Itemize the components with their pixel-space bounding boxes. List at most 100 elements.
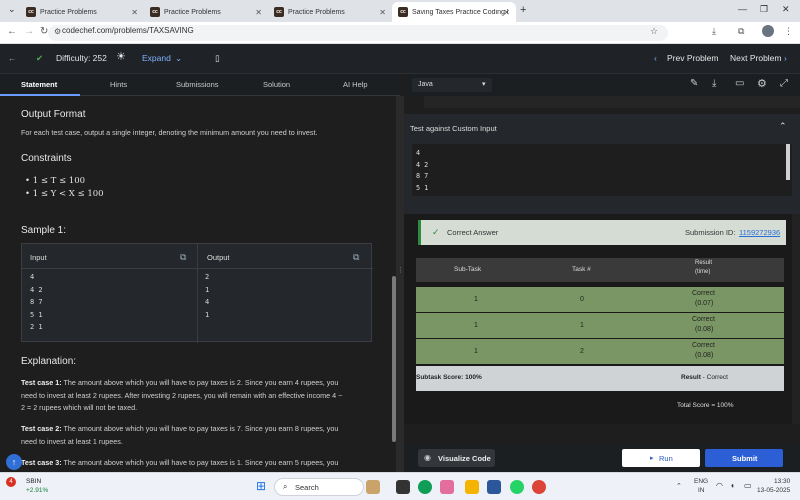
problem-statement: Output Format For each test case, output…: [0, 96, 400, 472]
codechef-icon: cc: [398, 7, 408, 17]
site-info-icon[interactable]: ⚙: [54, 27, 61, 36]
close-icon[interactable]: ✕: [503, 8, 510, 17]
region-indicator[interactable]: IN: [698, 487, 705, 494]
scrollbar[interactable]: [786, 144, 790, 180]
avatar[interactable]: [762, 25, 774, 37]
codechef-icon: cc: [274, 7, 284, 17]
scrollbar[interactable]: [792, 214, 800, 424]
tab-search-icon[interactable]: ⌄: [8, 4, 16, 15]
copy-icon[interactable]: ⧉: [353, 252, 359, 263]
check-icon: ✔: [36, 53, 44, 63]
new-tab-icon[interactable]: +: [520, 4, 526, 16]
expand-button[interactable]: Expand: [142, 53, 171, 63]
language-select[interactable]: Java ▾: [412, 78, 492, 92]
tab-statement[interactable]: Statement: [21, 80, 57, 89]
download-icon[interactable]: ⤓: [712, 26, 716, 37]
back-arrow-icon[interactable]: ←: [8, 53, 17, 63]
wifi-icon[interactable]: ◠: [716, 481, 723, 490]
browser-tab[interactable]: cc Practice Problems ✕: [20, 2, 144, 22]
bookmark-star-icon[interactable]: ☆: [650, 26, 658, 37]
explanation-case-3: Test case 3: The amount above which you …: [21, 458, 339, 467]
browser-tab[interactable]: cc Practice Problems ✕: [144, 2, 268, 22]
close-icon[interactable]: ✕: [131, 8, 138, 17]
stock-widget[interactable]: 4 SBIN +2.91%: [6, 477, 48, 497]
restore-icon[interactable]: ❐: [760, 4, 768, 15]
visualize-code-button[interactable]: ◉ Visualize Code: [418, 449, 495, 467]
next-problem-button[interactable]: Next Problem: [730, 53, 782, 63]
submission-label: Submission ID:: [685, 228, 736, 237]
clock-date[interactable]: 13-05-2025: [757, 487, 790, 494]
url-text[interactable]: codechef.com/problems/TAXSAVING: [62, 26, 194, 35]
prev-problem-button[interactable]: Prev Problem: [667, 53, 719, 63]
editor-pane: Java ▾ ✎ ⤓ ▭ ⚙ ⤢ Test against Custom Inp…: [404, 74, 800, 472]
windows-start-icon[interactable]: ⊞: [256, 479, 266, 493]
editor-toolbar: Java ▾ ✎ ⤓ ▭ ⚙ ⤢: [404, 74, 800, 96]
tab-hints[interactable]: Hints: [110, 80, 127, 89]
language-indicator[interactable]: ENG: [694, 478, 708, 485]
copilot-icon[interactable]: [440, 480, 454, 494]
minimize-icon[interactable]: —: [738, 4, 747, 14]
submission-id-link[interactable]: 1159272936: [739, 228, 780, 237]
edge-icon[interactable]: [418, 480, 432, 494]
extensions-icon[interactable]: ⧉: [738, 26, 744, 37]
expand-icon[interactable]: ⤢: [780, 78, 788, 89]
eye-icon: ◉: [424, 453, 431, 462]
download-icon[interactable]: ⤓: [712, 78, 716, 89]
chevron-down-icon[interactable]: ⌄: [175, 53, 182, 64]
dropdown-arrow-icon: ▾: [482, 81, 486, 88]
sample-input-text: 4 4 2 8 7 5 1 2 1: [30, 273, 43, 331]
search-input[interactable]: ⌕ Search: [274, 478, 364, 496]
tab-solution[interactable]: Solution: [263, 80, 290, 89]
volume-icon[interactable]: ◖: [730, 481, 735, 490]
pane-splitter[interactable]: ⋮: [396, 96, 404, 472]
close-icon[interactable]: ✕: [379, 8, 386, 17]
battery-icon[interactable]: ▭: [744, 481, 752, 490]
problem-header: ← ✔ Difficulty: 252 ☀ Expand ⌄ ▯ ‹ Prev …: [0, 44, 800, 74]
constraint-text: 1 ≤ T ≤ 100: [32, 176, 86, 186]
code-editor[interactable]: [424, 96, 800, 108]
task-view-icon[interactable]: [396, 480, 410, 494]
table-row: 1 1 Correct (0.08): [416, 313, 784, 338]
back-icon[interactable]: ←: [7, 26, 17, 37]
run-button[interactable]: ▸ Run: [622, 449, 700, 467]
magic-wand-icon[interactable]: ✎: [690, 78, 698, 89]
custom-input-field[interactable]: 4 4 2 8 7 5 1: [412, 144, 792, 196]
sample-title: Sample 1:: [21, 225, 67, 236]
chevron-left-icon[interactable]: ‹: [654, 53, 657, 63]
chevron-right-icon[interactable]: ›: [784, 53, 787, 63]
stock-change: +2.91%: [26, 487, 49, 494]
chrome-icon[interactable]: [532, 480, 546, 494]
file-explorer-icon[interactable]: [465, 480, 479, 494]
scroll-top-button[interactable]: ↑: [6, 454, 22, 470]
submit-button[interactable]: Submit: [705, 449, 783, 467]
tab-submissions[interactable]: Submissions: [176, 80, 219, 89]
table-row: 1 0 Correct (0.07): [416, 287, 784, 312]
check-icon: ✓: [432, 227, 440, 237]
browser-tab[interactable]: cc Practice Problems ✕: [268, 2, 392, 22]
difficulty-label: Difficulty: 252: [56, 53, 107, 63]
menu-icon[interactable]: ⋮: [784, 26, 793, 37]
forward-icon[interactable]: →: [24, 26, 34, 37]
copy-icon[interactable]: ⧉: [180, 252, 186, 263]
constraint-item: • 1 ≤ Y < X ≤ 100: [25, 189, 104, 199]
close-icon[interactable]: ✕: [255, 8, 262, 17]
sample-input-label: Input: [30, 253, 47, 262]
settings-icon[interactable]: ⚙: [757, 77, 767, 90]
windows-taskbar: 4 SBIN +2.91% ⊞ ⌕ Search ⌃ ENG IN ◠ ◖ ▭ …: [0, 472, 800, 500]
store-icon[interactable]: [487, 480, 501, 494]
tab-label: Practice Problems: [40, 8, 97, 16]
sample-output-label: Output: [207, 253, 230, 262]
fullscreen-icon[interactable]: ▭: [735, 78, 744, 89]
theme-sun-icon[interactable]: ☀: [116, 50, 126, 63]
chevron-up-icon[interactable]: ⌃: [676, 482, 682, 490]
taskbar-app-icon[interactable]: [366, 480, 380, 494]
sample-output-text: 2 1 4 1: [205, 273, 210, 319]
chevron-up-icon[interactable]: ⌃: [779, 121, 787, 132]
close-window-icon[interactable]: ✕: [782, 4, 790, 15]
clock-time[interactable]: 13:30: [774, 478, 790, 485]
browser-tab-active[interactable]: cc Saving Taxes Practice Coding P ✕: [392, 2, 516, 22]
bookmark-icon[interactable]: ▯: [215, 53, 220, 64]
whatsapp-icon[interactable]: [510, 480, 524, 494]
browser-tab-bar: cc Practice Problems ✕ cc Practice Probl…: [0, 0, 800, 22]
tab-ai-help[interactable]: AI Help: [343, 80, 368, 89]
